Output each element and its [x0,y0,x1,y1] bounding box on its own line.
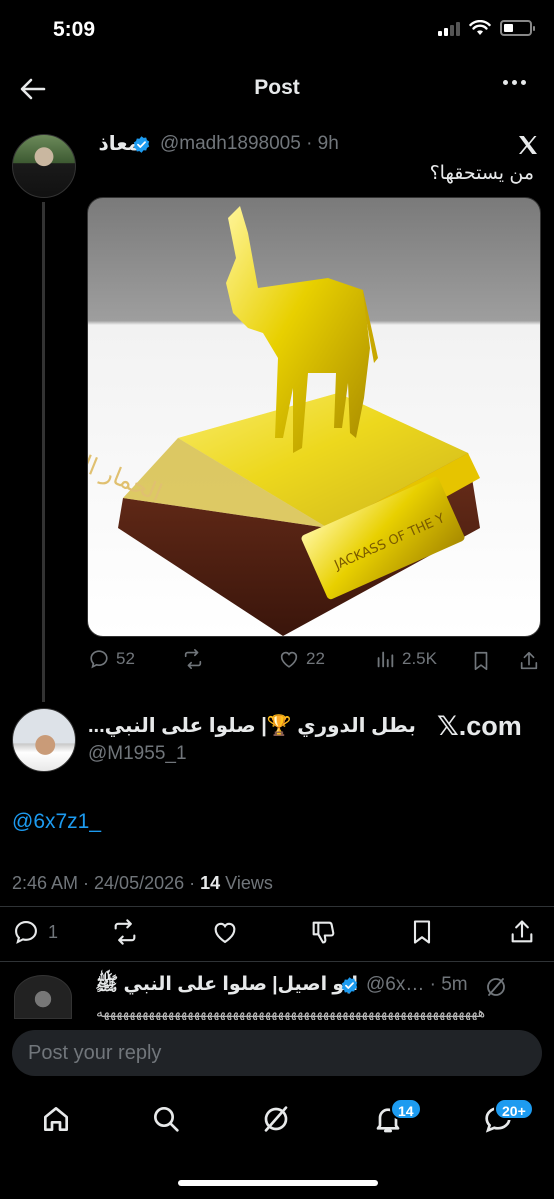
grok-icon[interactable] [260,1103,292,1135]
bookmark-icon[interactable] [470,650,492,672]
heart-icon [280,651,298,668]
avatar[interactable] [12,134,76,198]
like-action[interactable]: 22 [278,648,325,670]
reply-count: 52 [116,649,135,668]
mention-link[interactable]: @6x7z1_ [12,810,101,834]
views-chart-icon [377,651,394,668]
verified-badge-icon [341,977,358,994]
x-logo-icon [519,136,537,154]
like-count: 22 [306,649,325,668]
quoted-handle-time[interactable]: @madh1898005 · 9h [160,133,339,155]
x-com-watermark: 𝕏.com [437,711,522,741]
post-views-count: 14 [200,873,221,893]
reply-icon [15,921,37,944]
avatar[interactable] [12,708,76,772]
views-action[interactable]: 2.5K [374,648,437,670]
dislike-icon[interactable] [308,918,338,946]
next-reply-text: هههههههههههههههههههههههههههههههههههههههه… [96,1004,486,1020]
reply-placeholder: Post your reply [28,1042,162,1064]
reply-action[interactable]: 52 [88,648,135,670]
more-options-icon[interactable] [503,80,526,85]
avatar[interactable] [14,975,72,1019]
reply-count: 1 [48,921,59,942]
reply-author-name[interactable]: بطل الدوري 🏆| صلوا على النبي... [88,713,416,738]
home-icon[interactable] [40,1103,72,1135]
divider [0,906,554,907]
post-views-label: Views [220,873,273,893]
messages-badge: 20+ [494,1098,534,1120]
home-indicator [178,1180,378,1186]
post-timestamp: 2:46 AM · 24/05/2026 · [12,873,201,893]
next-reply-handle-time[interactable]: @6x… · 5m [366,974,468,996]
page-title: Post [254,76,300,99]
share-icon[interactable] [508,918,536,946]
repost-icon [184,649,202,669]
views-count: 2.5K [402,649,437,668]
status-icons [438,20,535,36]
heart-icon[interactable] [210,918,240,946]
quoted-post-text: من يستحقها؟ [429,163,534,184]
post-image[interactable]: الحمار الذهبي JACKASS OF THE Y [87,197,541,637]
repost-icon[interactable] [110,918,140,946]
golden-donkey-trophy-image: الحمار الذهبي JACKASS OF THE Y [88,206,480,636]
wifi-icon [469,20,491,35]
search-icon[interactable] [150,1103,182,1135]
share-icon[interactable] [518,650,540,672]
repost-action[interactable] [182,648,204,670]
thread-line [42,202,45,702]
bookmark-icon[interactable] [408,918,436,946]
reply-icon [90,650,108,669]
post-meta: 2:46 AM · 24/05/2026 · 14 Views [12,873,273,894]
reply-handle[interactable]: @M1955_1 [88,743,187,765]
verified-badge-icon [133,136,150,153]
signal-icon [438,20,460,36]
status-time: 5:09 [53,18,96,41]
grok-icon[interactable] [484,975,508,999]
battery-icon [500,20,535,36]
divider [0,961,554,962]
notifications-badge: 14 [390,1098,422,1120]
reply-action[interactable]: 1 [12,918,58,946]
next-reply-author-name[interactable]: ابو اصيل| صلوا على النبي ﷺ [95,972,358,1000]
